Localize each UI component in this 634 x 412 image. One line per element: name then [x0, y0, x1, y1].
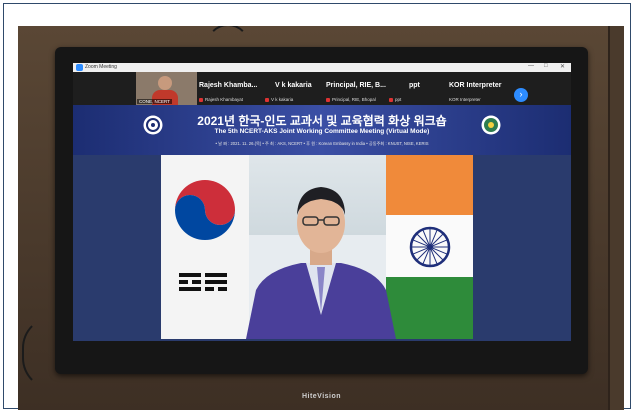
zoom-window: Zoom Meeting — □ ✕ Rajesh Khamba... Raje…	[73, 63, 571, 341]
participant-name: Rajesh Khamba...	[199, 82, 258, 89]
participant-tile[interactable]: KOR Interpreter KOR Interpreter	[449, 72, 511, 105]
participant-tile[interactable]: ppt ppt	[389, 72, 439, 105]
minimize-button[interactable]: —	[528, 63, 534, 69]
participant-video-thumbnail[interactable]: CONE, NCERT	[136, 72, 197, 105]
participant-sub: V k kakaria	[265, 97, 293, 102]
flag-saffron-band	[386, 155, 473, 215]
flag-green-band	[386, 277, 473, 339]
participant-name: KOR Interpreter	[449, 82, 502, 89]
participant-name: ppt	[409, 82, 420, 89]
speaker-video[interactable]: host	[161, 155, 473, 339]
zoom-logo-icon	[76, 64, 83, 71]
banner-title: 2021년 한국-인도 교과서 및 교육협력 화상 워크숍	[197, 114, 447, 128]
taegeuk-icon	[175, 180, 235, 291]
participant-sub: Rajesh Khambayat	[199, 97, 243, 102]
mic-muted-icon	[199, 97, 203, 102]
participant-name: Principal, RIE, B...	[326, 82, 386, 89]
participant-sub: Principal, RIE, Bhopal	[326, 97, 376, 102]
korea-flag	[161, 155, 249, 339]
speaker-figure	[246, 187, 396, 339]
participant-name: V k kakaria	[275, 82, 312, 89]
banner-subtitle: The 5th NCERT-AKS Joint Working Committe…	[214, 128, 430, 135]
participant-tile[interactable]: V k kakaria V k kakaria	[265, 72, 325, 105]
mic-muted-icon	[265, 97, 269, 102]
next-page-button[interactable]: ›	[514, 88, 528, 102]
mic-muted-icon	[326, 97, 330, 102]
title-bar: Zoom Meeting — □ ✕	[73, 63, 571, 72]
maximize-button[interactable]: □	[544, 63, 548, 69]
india-flag	[386, 155, 473, 339]
mic-muted-icon	[389, 97, 393, 102]
ashoka-chakra-icon	[409, 226, 451, 268]
participant-tile[interactable]: Rajesh Khamba... Rajesh Khambayat	[199, 72, 259, 105]
tv-brand-logo: HiteVision	[301, 393, 342, 400]
window-title: Zoom Meeting	[85, 64, 117, 70]
participant-face	[158, 76, 172, 90]
close-button[interactable]: ✕	[560, 63, 565, 70]
participant-camera-label: CONE, NCERT	[137, 99, 172, 104]
participant-sub: ppt	[389, 97, 401, 102]
participant-sub: KOR Interpreter	[449, 97, 481, 102]
banner-details: • 날 짜 : 2021. 11. 26.(목) • 주 최 : AKS, NC…	[215, 141, 429, 146]
workshop-banner: 2021년 한국-인도 교과서 및 교육협력 화상 워크숍 The 5th NC…	[73, 105, 571, 155]
